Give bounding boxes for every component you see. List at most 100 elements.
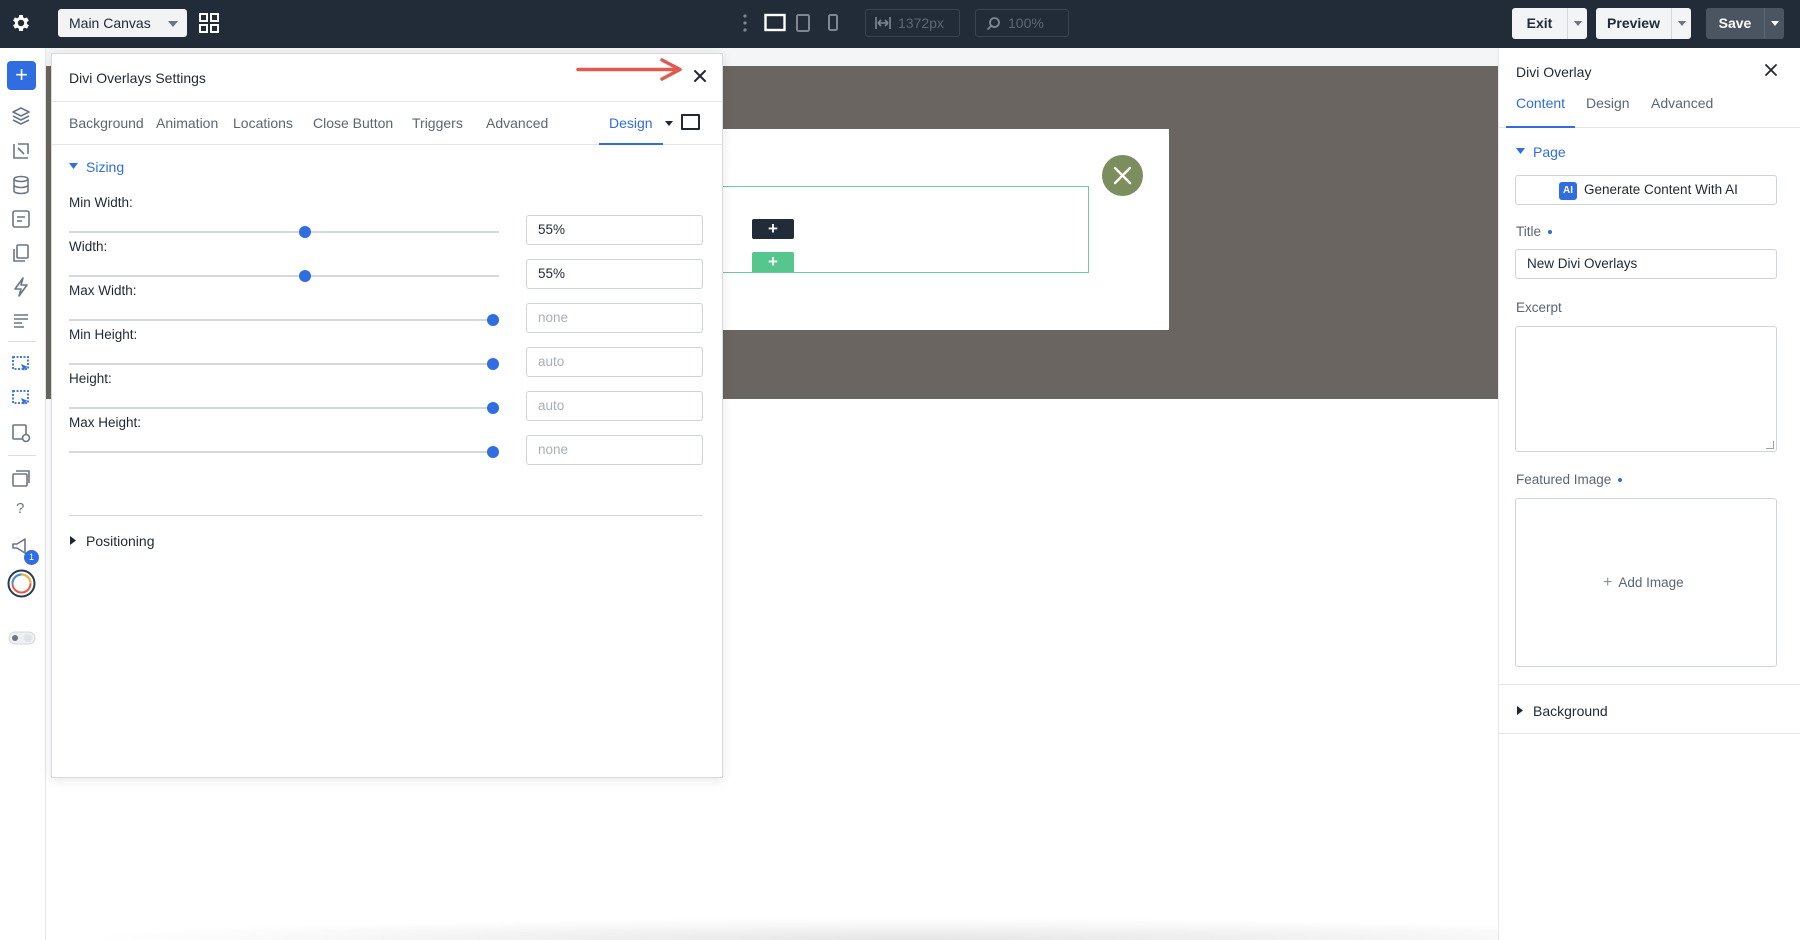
- divi-logo-icon[interactable]: [7, 569, 36, 598]
- canvas-width-value: 1372px: [898, 15, 944, 31]
- min-width-label: Min Width:: [69, 195, 133, 210]
- canvas-select[interactable]: Main Canvas: [58, 9, 187, 37]
- width-slider[interactable]: [69, 270, 499, 282]
- list-settings-icon[interactable]: [10, 310, 32, 332]
- layers-icon[interactable]: [10, 105, 32, 127]
- theme-library-icon[interactable]: [10, 140, 32, 162]
- panel-divider: [1499, 733, 1800, 734]
- slider-handle[interactable]: [487, 314, 499, 326]
- positioning-group-label: Positioning: [86, 533, 155, 549]
- tab-background[interactable]: Background: [69, 102, 144, 145]
- tab-design[interactable]: Design: [1586, 86, 1630, 128]
- overlay-select-alt-icon[interactable]: [10, 388, 32, 410]
- close-icon[interactable]: [690, 66, 710, 86]
- height-slider[interactable]: [69, 402, 499, 414]
- tab-design[interactable]: Design: [599, 102, 663, 145]
- featured-image-dropzone[interactable]: + Add Image: [1515, 498, 1777, 667]
- pages-icon[interactable]: [10, 242, 32, 264]
- add-section-button[interactable]: +: [752, 252, 794, 272]
- panel-title: Divi Overlay: [1516, 64, 1592, 80]
- top-toolbar: Main Canvas 1372px 100% Exit Preview Sav…: [0, 0, 1800, 48]
- right-settings-panel: Divi Overlay Content Design Advanced Pag…: [1498, 48, 1800, 940]
- generate-ai-button[interactable]: AI Generate Content With AI: [1515, 175, 1777, 205]
- canvas-select-value: Main Canvas: [69, 15, 151, 31]
- min-width-input[interactable]: 55%: [526, 215, 703, 245]
- zoom-search-icon: [986, 17, 1000, 31]
- tab-content[interactable]: Content: [1506, 86, 1576, 128]
- max-height-label: Max Height:: [69, 415, 142, 430]
- preview-button[interactable]: Preview: [1596, 8, 1691, 39]
- title-input[interactable]: New Divi Overlays: [1515, 249, 1777, 279]
- more-tabs-chevron-icon[interactable]: [665, 121, 673, 126]
- save-dropdown-icon[interactable]: [1764, 8, 1784, 39]
- title-field-label-text: Title: [1516, 224, 1542, 239]
- min-height-input[interactable]: auto: [526, 347, 703, 377]
- min-height-slider[interactable]: [69, 358, 499, 370]
- preview-dropdown-icon[interactable]: [1671, 8, 1691, 39]
- overlay-settings-modal: Divi Overlays Settings Background Animat…: [51, 53, 723, 778]
- exit-button[interactable]: Exit: [1512, 8, 1587, 39]
- width-input[interactable]: 55%: [526, 259, 703, 289]
- slider-handle[interactable]: [298, 270, 311, 282]
- expand-window-icon[interactable]: [681, 114, 700, 130]
- slider-handle[interactable]: [298, 226, 311, 238]
- featured-image-label: Featured Image: [1516, 472, 1623, 487]
- width-arrows-icon: [875, 17, 891, 29]
- max-width-slider[interactable]: [69, 314, 499, 326]
- desktop-view-icon[interactable]: [764, 13, 786, 33]
- save-label: Save: [1718, 15, 1752, 31]
- add-row-button[interactable]: +: [752, 219, 794, 239]
- modified-dot-icon: [1548, 230, 1553, 235]
- windows-icon[interactable]: [10, 468, 32, 490]
- panel-divider: [1499, 684, 1800, 685]
- lightning-icon[interactable]: [10, 276, 32, 298]
- add-module-button[interactable]: +: [7, 61, 36, 90]
- sizing-group-label: Sizing: [86, 159, 125, 175]
- slider-handle[interactable]: [487, 358, 499, 370]
- close-icon[interactable]: [1762, 61, 1780, 79]
- tab-triggers[interactable]: Triggers: [412, 102, 463, 145]
- overlay-close-icon[interactable]: [1102, 155, 1143, 196]
- left-sidebar: + ? 1: [0, 48, 46, 940]
- modal-title: Divi Overlays Settings: [69, 70, 206, 86]
- toggle-switch-icon[interactable]: [8, 631, 36, 645]
- phone-view-icon[interactable]: [827, 13, 839, 33]
- form-icon[interactable]: [10, 208, 32, 230]
- sidebar-divider: [8, 341, 36, 342]
- sidebar-divider: [8, 455, 36, 456]
- save-button[interactable]: Save: [1706, 8, 1784, 39]
- template-settings-icon[interactable]: [10, 422, 32, 444]
- tab-animation[interactable]: Animation: [156, 102, 218, 145]
- slider-handle[interactable]: [487, 402, 499, 414]
- slider-handle[interactable]: [487, 446, 499, 458]
- caret-right-icon: [1517, 706, 1523, 715]
- tab-advanced[interactable]: Advanced: [486, 102, 548, 145]
- add-image-button[interactable]: + Add Image: [1603, 574, 1684, 592]
- max-width-input[interactable]: none: [526, 303, 703, 333]
- excerpt-textarea[interactable]: [1515, 326, 1777, 452]
- layouts-grid-icon[interactable]: [199, 13, 219, 33]
- height-input[interactable]: auto: [526, 391, 703, 421]
- vertical-dots-icon[interactable]: [742, 13, 748, 33]
- zoom-field[interactable]: 100%: [975, 9, 1069, 37]
- tab-close-button[interactable]: Close Button: [313, 102, 393, 145]
- section-outline[interactable]: [690, 186, 1089, 273]
- tablet-view-icon[interactable]: [795, 13, 811, 33]
- tab-locations[interactable]: Locations: [233, 102, 293, 145]
- min-height-label: Min Height:: [69, 327, 138, 342]
- max-height-input[interactable]: none: [526, 435, 703, 465]
- max-height-slider[interactable]: [69, 446, 499, 458]
- add-image-label: Add Image: [1618, 575, 1684, 590]
- overlay-select-icon[interactable]: [10, 354, 32, 376]
- page-group-label: Page: [1533, 144, 1566, 160]
- database-icon[interactable]: [10, 174, 32, 196]
- settings-gear-icon[interactable]: [10, 12, 32, 34]
- help-icon[interactable]: ?: [16, 500, 24, 517]
- tab-advanced[interactable]: Advanced: [1651, 86, 1713, 128]
- ai-icon: AI: [1559, 182, 1577, 200]
- min-width-slider[interactable]: [69, 226, 499, 238]
- exit-dropdown-icon[interactable]: [1567, 8, 1587, 39]
- canvas-width-field[interactable]: 1372px: [865, 9, 960, 37]
- excerpt-label: Excerpt: [1516, 300, 1562, 315]
- resize-grip-icon[interactable]: [1766, 441, 1774, 449]
